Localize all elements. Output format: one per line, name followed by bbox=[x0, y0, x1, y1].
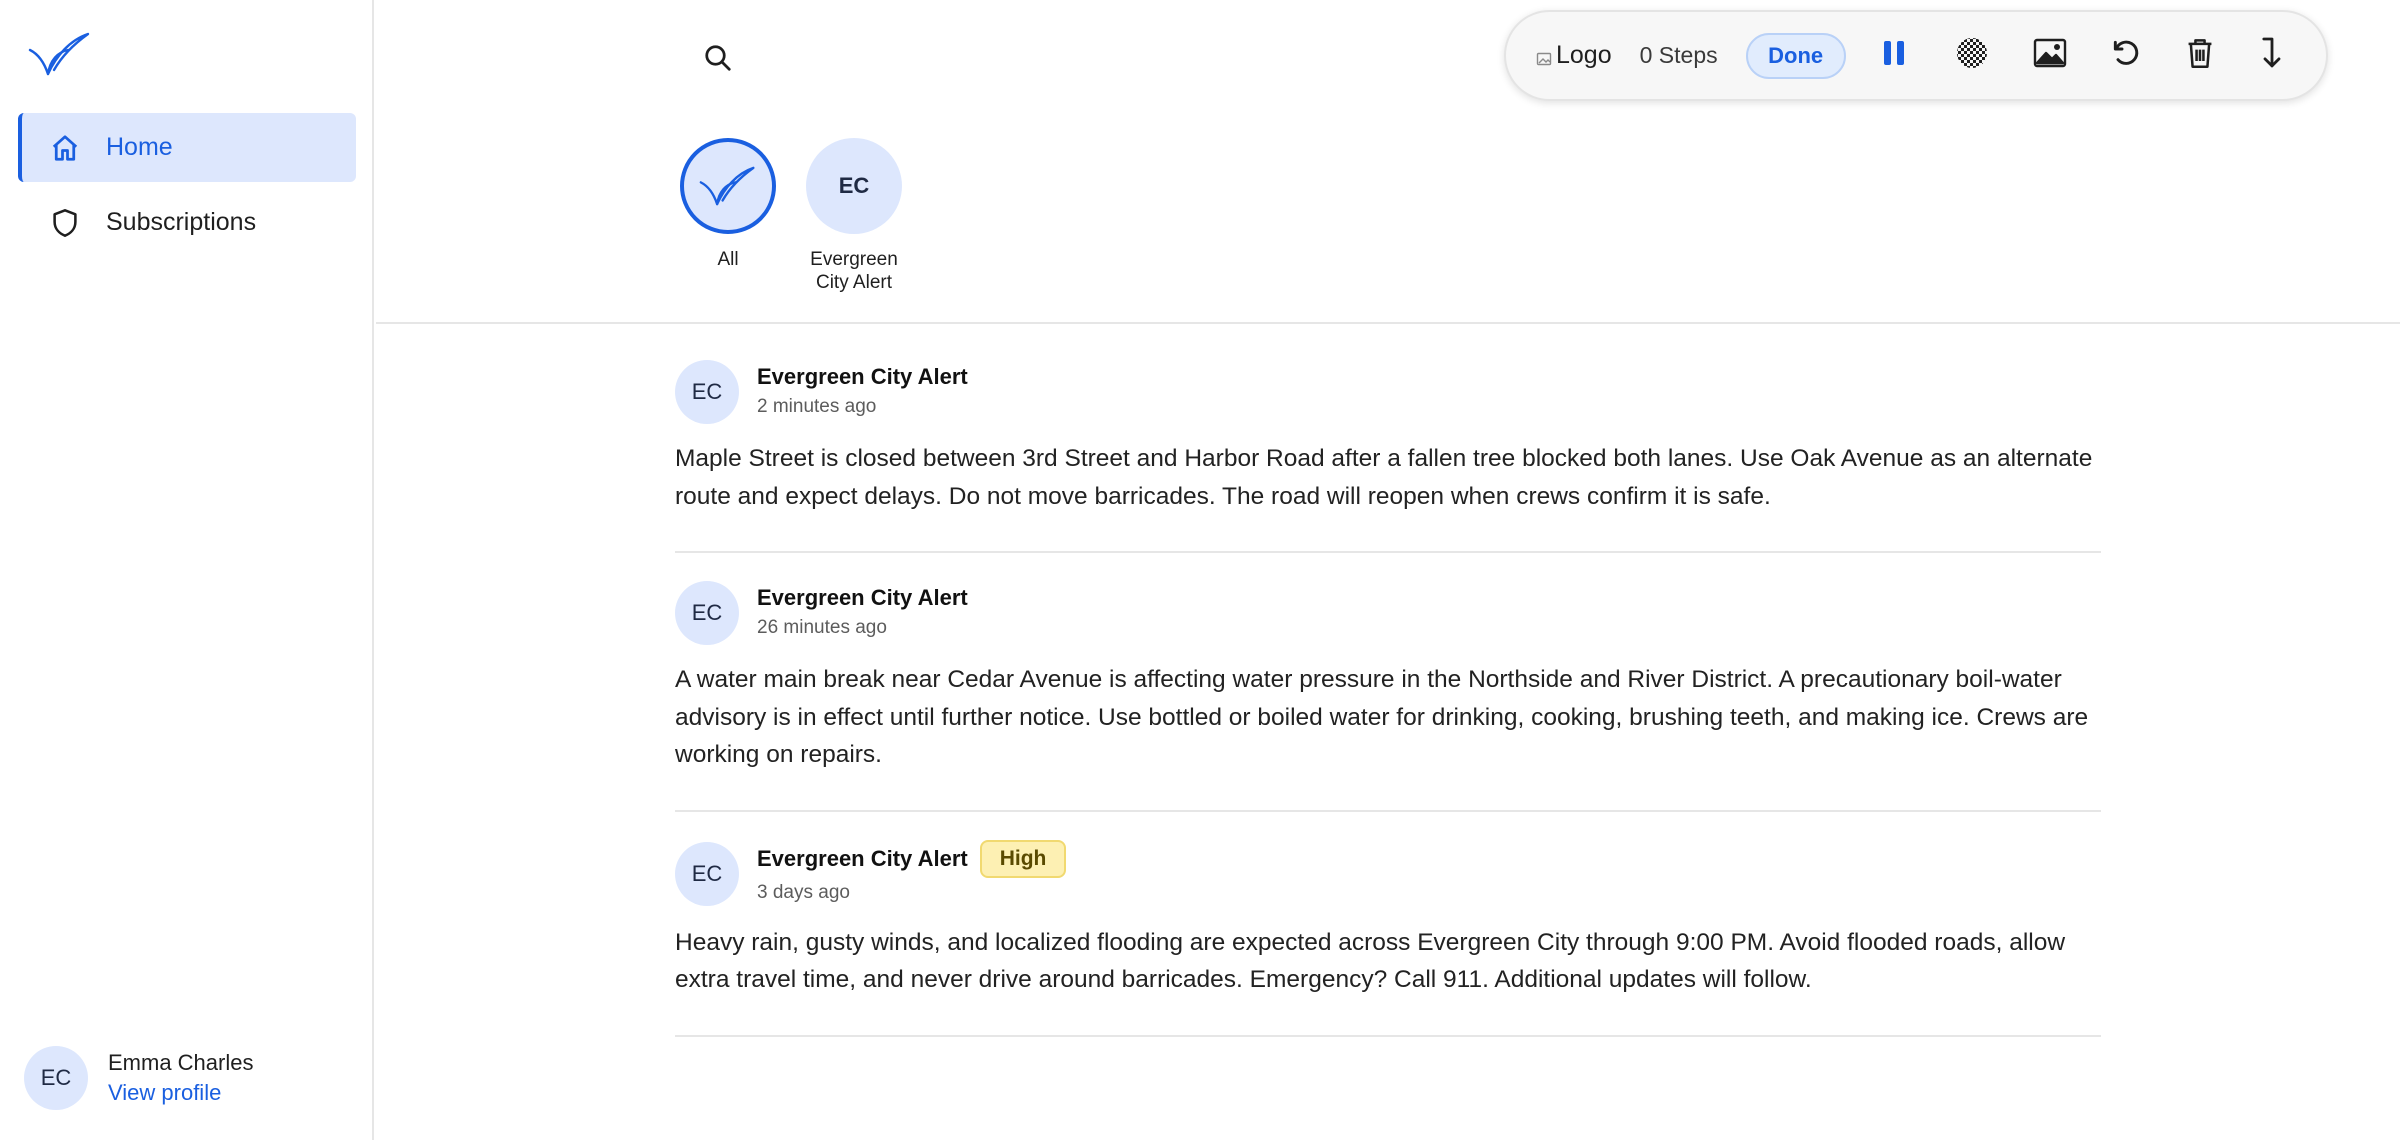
feed-post[interactable]: EC Evergreen City Alert 26 minutes ago A… bbox=[675, 553, 2101, 812]
filter-label: Evergreen City Alert bbox=[810, 249, 898, 293]
done-button[interactable]: Done bbox=[1745, 32, 1846, 79]
avatar: EC bbox=[675, 581, 739, 645]
post-timestamp: 26 minutes ago bbox=[757, 617, 887, 638]
undo-button[interactable] bbox=[2104, 34, 2148, 78]
avatar: EC bbox=[24, 1046, 88, 1110]
post-author: Evergreen City Alert bbox=[757, 364, 968, 389]
filter-label: All bbox=[717, 249, 739, 270]
toolbar-logo: Logo bbox=[1536, 41, 1612, 70]
trash-icon bbox=[2186, 37, 2214, 74]
recorder-toolbar: Logo 0 Steps Done bbox=[1504, 10, 2328, 101]
post-timestamp: 3 days ago bbox=[757, 881, 850, 903]
sidebar-nav: Home Subscriptions bbox=[18, 113, 356, 263]
post-author: Evergreen City Alert bbox=[757, 845, 968, 871]
blur-button[interactable] bbox=[1950, 34, 1994, 78]
sidebar-item-label: Subscriptions bbox=[106, 208, 257, 236]
home-icon bbox=[48, 131, 82, 165]
post-author: Evergreen City Alert bbox=[757, 585, 968, 610]
checker-icon bbox=[1955, 36, 1989, 75]
pause-icon bbox=[1881, 38, 1907, 73]
sidebar-item-label: Home bbox=[106, 133, 173, 161]
sidebar-item-home[interactable]: Home bbox=[18, 113, 356, 182]
avatar: EC bbox=[675, 841, 739, 906]
shield-icon bbox=[48, 206, 82, 240]
avatar: EC bbox=[675, 360, 739, 424]
pause-button[interactable] bbox=[1872, 34, 1916, 78]
filter-all-avatar bbox=[680, 138, 776, 234]
post-body: Maple Street is closed between 3rd Stree… bbox=[675, 445, 2093, 510]
insert-step-button[interactable] bbox=[2250, 34, 2294, 78]
user-profile[interactable]: EC Emma Charles View profile bbox=[24, 1046, 253, 1110]
view-profile-link[interactable]: View profile bbox=[108, 1078, 253, 1108]
post-body: Heavy rain, gusty winds, and localized f… bbox=[675, 928, 2066, 994]
sidebar-item-subscriptions[interactable]: Subscriptions bbox=[18, 188, 356, 257]
search-icon bbox=[703, 43, 733, 78]
feed-post[interactable]: EC Evergreen City Alert 2 minutes ago Ma… bbox=[675, 332, 2101, 553]
app-logo-icon bbox=[699, 166, 755, 206]
app-logo-icon[interactable] bbox=[28, 30, 92, 78]
filter-all[interactable]: All bbox=[680, 138, 776, 294]
feed-post[interactable]: EC Evergreen City Alert High 3 days ago … bbox=[675, 812, 2101, 1037]
main-content: Logo 0 Steps Done All EC Evergreen City … bbox=[376, 0, 2400, 1140]
toolbar-logo-text: Logo bbox=[1556, 41, 1612, 69]
filter-avatar: EC bbox=[806, 138, 902, 234]
sidebar: Home Subscriptions EC Emma Charles View … bbox=[0, 0, 374, 1140]
image-icon bbox=[2033, 38, 2067, 73]
steps-counter: 0 Steps bbox=[1639, 42, 1718, 68]
arrow-down-icon bbox=[2258, 35, 2286, 76]
priority-badge: High bbox=[979, 839, 1067, 878]
post-timestamp: 2 minutes ago bbox=[757, 396, 877, 417]
alert-feed: EC Evergreen City Alert 2 minutes ago Ma… bbox=[675, 332, 2101, 1037]
broken-image-icon bbox=[1536, 47, 1554, 65]
undo-icon bbox=[2110, 37, 2142, 74]
channel-filters: All EC Evergreen City Alert bbox=[680, 138, 932, 294]
post-body: A water main break near Cedar Avenue is … bbox=[675, 666, 2089, 768]
screenshot-button[interactable] bbox=[2028, 34, 2072, 78]
filter-evergreen-city-alert[interactable]: EC Evergreen City Alert bbox=[806, 138, 902, 294]
delete-button[interactable] bbox=[2178, 34, 2222, 78]
search-button[interactable] bbox=[698, 40, 738, 80]
profile-name: Emma Charles bbox=[108, 1050, 254, 1075]
header-divider bbox=[376, 322, 2400, 324]
